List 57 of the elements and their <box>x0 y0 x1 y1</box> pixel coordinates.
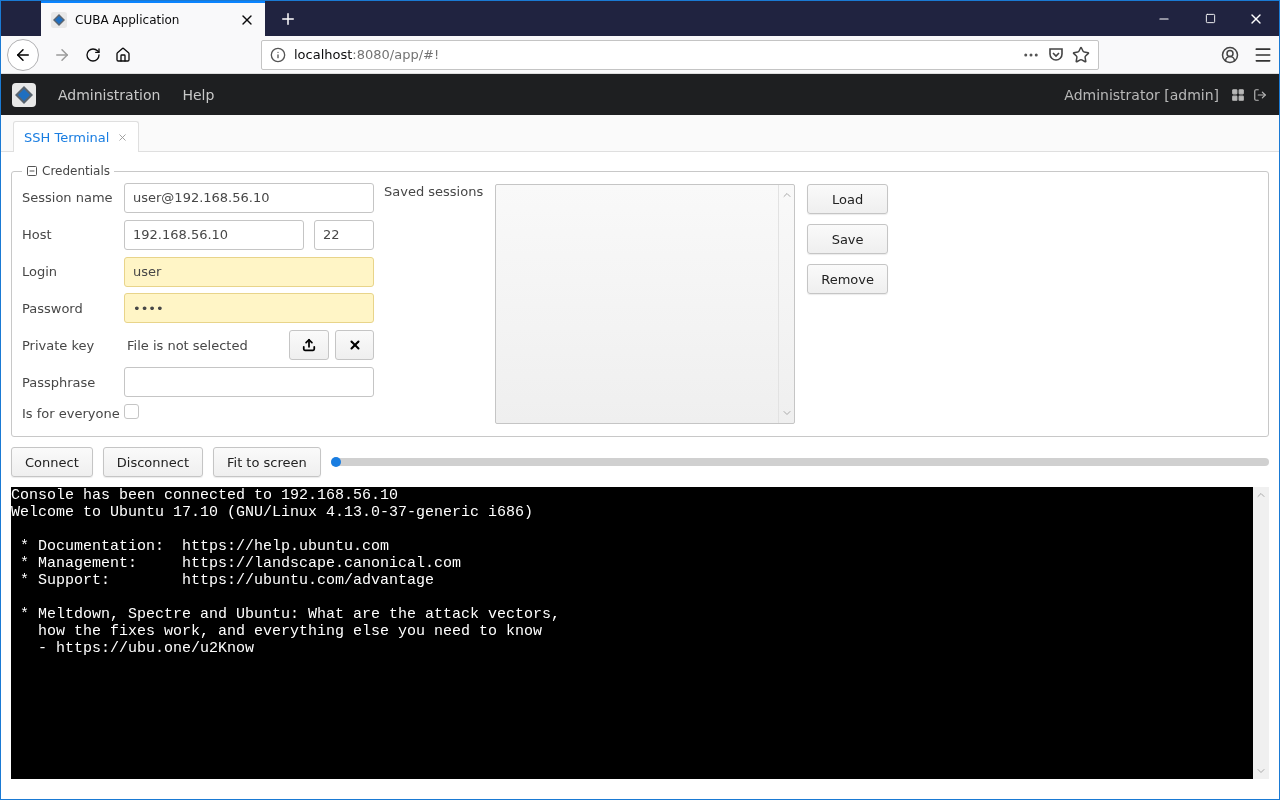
back-button[interactable] <box>7 38 39 71</box>
legend-title: Credentials <box>42 164 110 178</box>
port-field[interactable]: 22 <box>314 219 374 250</box>
upload-button[interactable] <box>289 330 329 361</box>
terminal-line: * Support: https://ubuntu.com/advantage <box>19 572 436 589</box>
file-status: File is not selected <box>126 337 249 353</box>
app-logo-icon <box>51 11 67 28</box>
session-button[interactable]: Save <box>807 224 888 254</box>
text-field[interactable]: user <box>124 256 374 287</box>
terminal-line: how the fixes work, and everything else you need to know <box>37 623 544 640</box>
terminal-line: Welcome to Ubuntu 17.10 (GNU/Linux 4.13.0-37-generic i686) <box>11 504 535 521</box>
star-icon[interactable] <box>1072 45 1090 64</box>
collapse-icon[interactable] <box>26 165 38 177</box>
terminal-line: Console has been connected to 192.168.56.10 <box>11 487 400 504</box>
upload-icon <box>302 338 316 353</box>
session-button[interactable]: Load <box>807 184 888 214</box>
terminal-line: * Meltdown, Spectre and Ubuntu: What are the attack vectors, <box>19 606 562 623</box>
session-button[interactable]: Remove <box>807 264 888 294</box>
menu-item[interactable]: Administration <box>58 86 161 103</box>
field-label: Password <box>22 301 84 316</box>
grid-icon[interactable] <box>1231 87 1245 102</box>
field-label: Passphrase <box>22 374 97 390</box>
terminal[interactable] <box>11 487 1253 779</box>
field-label: Login <box>22 264 59 280</box>
text-field[interactable]: user@192.168.56.10 <box>124 182 374 213</box>
reload-icon[interactable] <box>85 46 101 63</box>
field-label: Session name <box>22 190 114 206</box>
menu-item[interactable]: Help <box>182 86 215 103</box>
tab[interactable]: SSH Terminal <box>13 121 140 152</box>
terminal-line: * Documentation: https://help.ubuntu.com <box>19 538 391 555</box>
field-label: Private key <box>22 337 96 353</box>
logout-icon[interactable] <box>1253 87 1267 102</box>
checkbox-label: Is for everyone <box>22 406 121 422</box>
action-button[interactable]: Fit to screen <box>213 447 321 477</box>
info-icon[interactable] <box>270 46 286 63</box>
tab-label: SSH Terminal <box>24 129 110 145</box>
account-icon[interactable] <box>1221 45 1239 64</box>
text-field[interactable]: 192.168.56.10 <box>124 219 304 250</box>
app-logo-icon <box>12 82 36 107</box>
action-button[interactable]: Connect <box>11 447 93 477</box>
address-bar[interactable]: localhost:8080/app/#! <box>261 39 1099 70</box>
terminal-line: - https://ubu.one/u2Know <box>37 640 256 657</box>
user-name: Administrator [admin] <box>1064 86 1219 103</box>
terminal-line: * Management: https://landscape.canonical.com <box>19 555 463 572</box>
url-text: localhost:8080/app/#! <box>294 47 441 62</box>
clear-icon <box>347 338 362 353</box>
browser-tab[interactable]: CUBA Application <box>41 1 265 36</box>
passphrase-field[interactable] <box>124 367 374 398</box>
field-label: Saved sessions <box>384 184 484 201</box>
action-button[interactable]: Disconnect <box>102 447 203 477</box>
text-field[interactable]: •••• <box>124 293 374 324</box>
browser-tab-title: CUBA Application <box>75 12 181 27</box>
pocket-icon[interactable] <box>1048 46 1064 63</box>
checkbox[interactable] <box>124 404 139 420</box>
field-label: Host <box>22 227 53 243</box>
clear-button[interactable] <box>335 330 374 361</box>
home-icon[interactable] <box>115 46 131 63</box>
